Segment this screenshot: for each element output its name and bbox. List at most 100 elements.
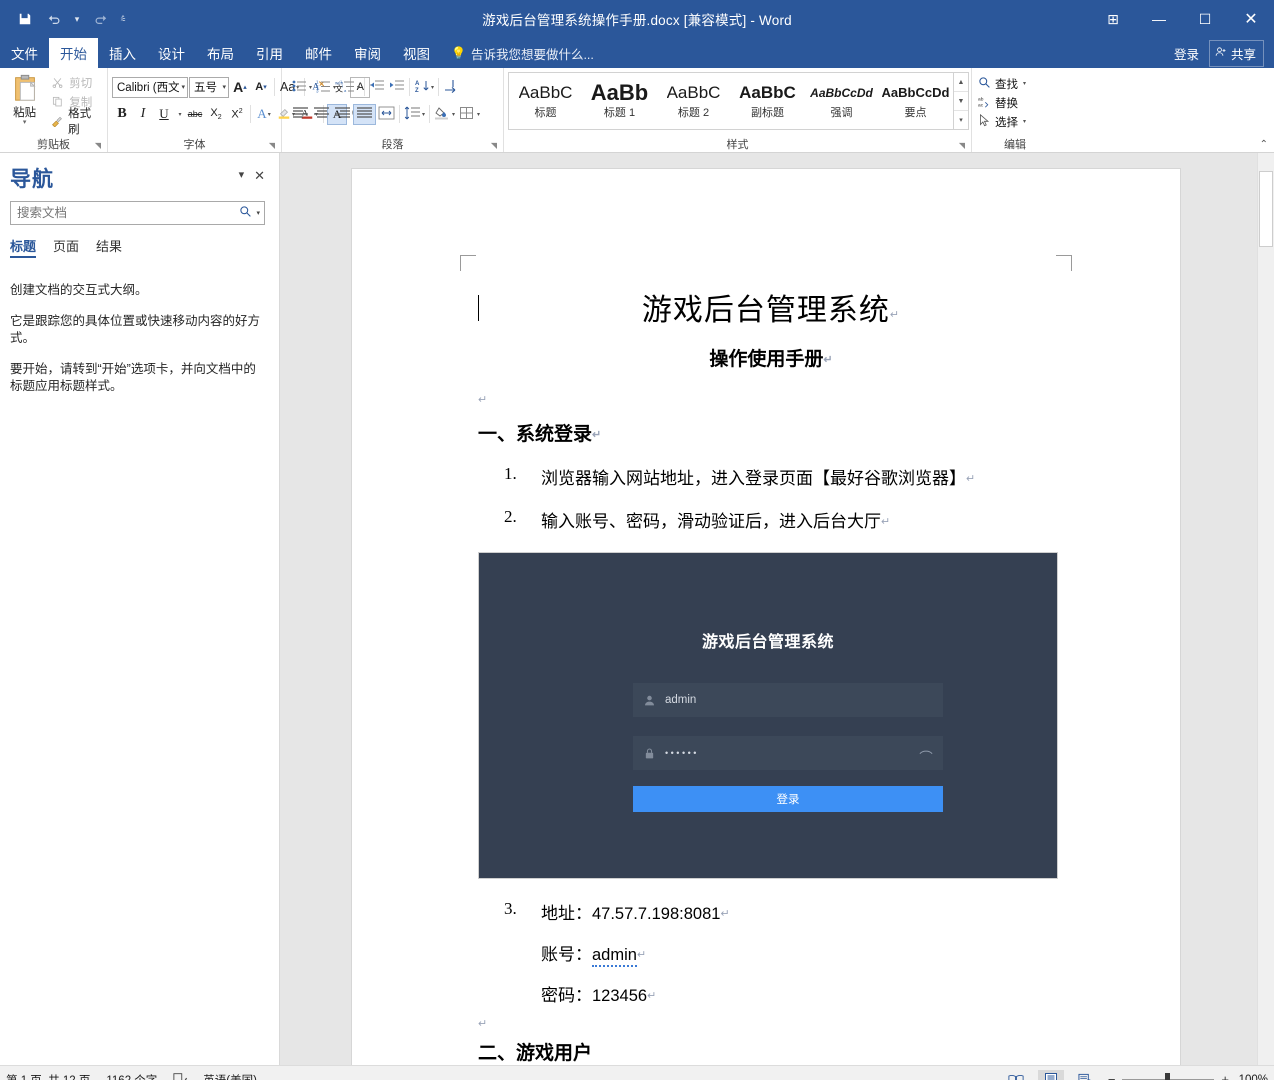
style-item-subtitle[interactable]: AaBbC 副标题: [731, 73, 805, 129]
web-layout-button[interactable]: [1073, 1070, 1099, 1080]
split-handle[interactable]: [1258, 153, 1274, 167]
italic-button[interactable]: I: [133, 104, 153, 125]
nav-tab-results[interactable]: 结果: [96, 236, 122, 258]
bullets-button[interactable]: ▾: [290, 77, 314, 98]
tab-file[interactable]: 文件: [0, 38, 49, 68]
document-page[interactable]: 游戏后台管理系统↵ 操作使用手册↵ ↵ 一、系统登录↵ 1. 浏览器输入网站地址…: [352, 169, 1180, 1065]
tab-review[interactable]: 审阅: [343, 38, 392, 68]
font-size-combo[interactable]: 五号 ▾: [189, 77, 229, 98]
customize-qat-icon[interactable]: ⩯: [116, 6, 130, 32]
font-dialog-launcher[interactable]: ◥: [269, 141, 275, 150]
nav-tab-headings[interactable]: 标题: [10, 236, 36, 258]
word-count[interactable]: 1162 个字: [106, 1072, 157, 1080]
close-button[interactable]: ✕: [1228, 0, 1274, 38]
superscript-button[interactable]: X2: [227, 104, 247, 125]
nav-tab-pages[interactable]: 页面: [53, 236, 79, 258]
document-canvas[interactable]: 游戏后台管理系统↵ 操作使用手册↵ ↵ 一、系统登录↵ 1. 浏览器输入网站地址…: [280, 153, 1274, 1065]
styles-scroll-up-icon[interactable]: ▲: [954, 73, 968, 92]
zoom-out-button[interactable]: −: [1108, 1072, 1116, 1080]
styles-more-icon[interactable]: ▾: [954, 111, 968, 129]
minimize-button[interactable]: —: [1136, 0, 1182, 38]
search-icon[interactable]: [239, 205, 252, 221]
sort-button[interactable]: AZ▾: [412, 77, 436, 98]
undo-dropdown-icon[interactable]: ▾: [70, 6, 84, 32]
styles-scroll-down-icon[interactable]: ▼: [954, 92, 968, 111]
tab-design[interactable]: 设计: [147, 38, 196, 68]
line-spacing-button[interactable]: ▾: [402, 104, 427, 125]
subscript-button[interactable]: X2: [206, 104, 226, 125]
align-left-button[interactable]: [290, 104, 311, 125]
text-effects-button[interactable]: A▾: [254, 104, 274, 125]
undo-icon[interactable]: [41, 6, 67, 32]
select-button[interactable]: 选择 ▾: [976, 112, 1028, 131]
style-item-heading1[interactable]: AaBb 标题 1: [583, 73, 657, 129]
underline-button[interactable]: U: [154, 104, 174, 125]
numbering-button[interactable]: 123▾: [314, 77, 338, 98]
chevron-down-icon[interactable]: ▾: [222, 83, 226, 91]
style-item-heading2[interactable]: AaBbC 标题 2: [657, 73, 731, 129]
find-button[interactable]: 查找 ▾: [976, 74, 1028, 93]
navigation-search-box[interactable]: ▾: [10, 201, 265, 225]
tab-mailings[interactable]: 邮件: [294, 38, 343, 68]
paste-dropdown-icon[interactable]: ▾: [23, 120, 27, 126]
zoom-control[interactable]: − + 100%: [1108, 1072, 1268, 1080]
tab-view[interactable]: 视图: [392, 38, 441, 68]
distribute-button[interactable]: [376, 104, 397, 125]
font-name-combo[interactable]: Calibri (西文] ▾: [112, 77, 188, 98]
login-password-field[interactable]: ••••••: [633, 736, 943, 770]
show-paragraph-marks-button[interactable]: [441, 77, 461, 98]
style-item-strong[interactable]: AaBbCcDd 要点: [879, 73, 953, 129]
proofing-status[interactable]: [173, 1072, 187, 1080]
decrease-indent-button[interactable]: [367, 77, 387, 98]
login-username-field[interactable]: admin: [633, 683, 943, 717]
tab-references[interactable]: 引用: [245, 38, 294, 68]
vertical-scrollbar[interactable]: ▲: [1257, 153, 1274, 1065]
align-center-button[interactable]: [311, 104, 332, 125]
eye-icon[interactable]: [919, 747, 933, 760]
tell-me-search[interactable]: 💡 告诉我您想要做什么...: [441, 38, 594, 68]
login-submit-button[interactable]: 登录: [633, 786, 943, 812]
share-button[interactable]: 共享: [1209, 40, 1264, 67]
tab-home[interactable]: 开始: [49, 38, 98, 68]
close-navigation-icon[interactable]: ✕: [254, 168, 265, 184]
sign-in-button[interactable]: 登录: [1174, 44, 1199, 63]
tab-insert[interactable]: 插入: [98, 38, 147, 68]
borders-button[interactable]: ▾: [457, 104, 482, 125]
save-icon[interactable]: [12, 6, 38, 32]
bold-button[interactable]: B: [112, 104, 132, 125]
zoom-level-label[interactable]: 100%: [1236, 1074, 1268, 1080]
clipboard-dialog-launcher[interactable]: ◥: [95, 141, 101, 150]
strikethrough-button[interactable]: abc: [185, 104, 205, 125]
style-item-emphasis[interactable]: AaBbCcDd 强调: [805, 73, 879, 129]
justify-button[interactable]: [353, 104, 376, 125]
chevron-down-icon[interactable]: ▾: [181, 83, 185, 91]
increase-indent-button[interactable]: [387, 77, 407, 98]
page-indicator[interactable]: 第 1 页, 共 12 页: [6, 1072, 90, 1080]
maximize-button[interactable]: ☐: [1182, 0, 1228, 38]
tab-layout[interactable]: 布局: [196, 38, 245, 68]
replace-button[interactable]: abac 替换: [976, 93, 1020, 112]
zoom-slider-thumb[interactable]: [1165, 1073, 1170, 1080]
cut-button[interactable]: 剪切: [47, 74, 103, 91]
embedded-login-screenshot[interactable]: 游戏后台管理系统 admin ••••••: [478, 552, 1058, 879]
styles-dialog-launcher[interactable]: ◥: [959, 141, 965, 150]
ribbon-display-options-icon[interactable]: ⊞: [1090, 0, 1136, 38]
grow-font-button[interactable]: A▴: [230, 77, 250, 98]
underline-dropdown[interactable]: ▾: [175, 104, 184, 125]
paste-button[interactable]: 粘贴 ▾: [4, 71, 45, 129]
shrink-font-button[interactable]: A▾: [251, 77, 271, 98]
collapse-ribbon-icon[interactable]: ⌃: [1260, 139, 1268, 150]
search-input[interactable]: [17, 206, 239, 220]
shading-button[interactable]: ▾: [432, 104, 457, 125]
style-item-title[interactable]: AaBbC 标题: [509, 73, 583, 129]
align-right-button[interactable]: [332, 104, 353, 125]
document-content[interactable]: 游戏后台管理系统↵ 操作使用手册↵ ↵ 一、系统登录↵ 1. 浏览器输入网站地址…: [478, 269, 1064, 1065]
read-mode-button[interactable]: [1003, 1070, 1029, 1080]
language-indicator[interactable]: 英语(美国): [203, 1072, 257, 1080]
print-layout-button[interactable]: [1038, 1070, 1064, 1080]
paragraph-dialog-launcher[interactable]: ◥: [491, 141, 497, 150]
search-options-icon[interactable]: ▾: [256, 209, 260, 217]
format-painter-button[interactable]: 格式刷: [47, 112, 103, 129]
multilevel-list-button[interactable]: 1ia▾: [338, 77, 362, 98]
redo-icon[interactable]: [87, 6, 113, 32]
